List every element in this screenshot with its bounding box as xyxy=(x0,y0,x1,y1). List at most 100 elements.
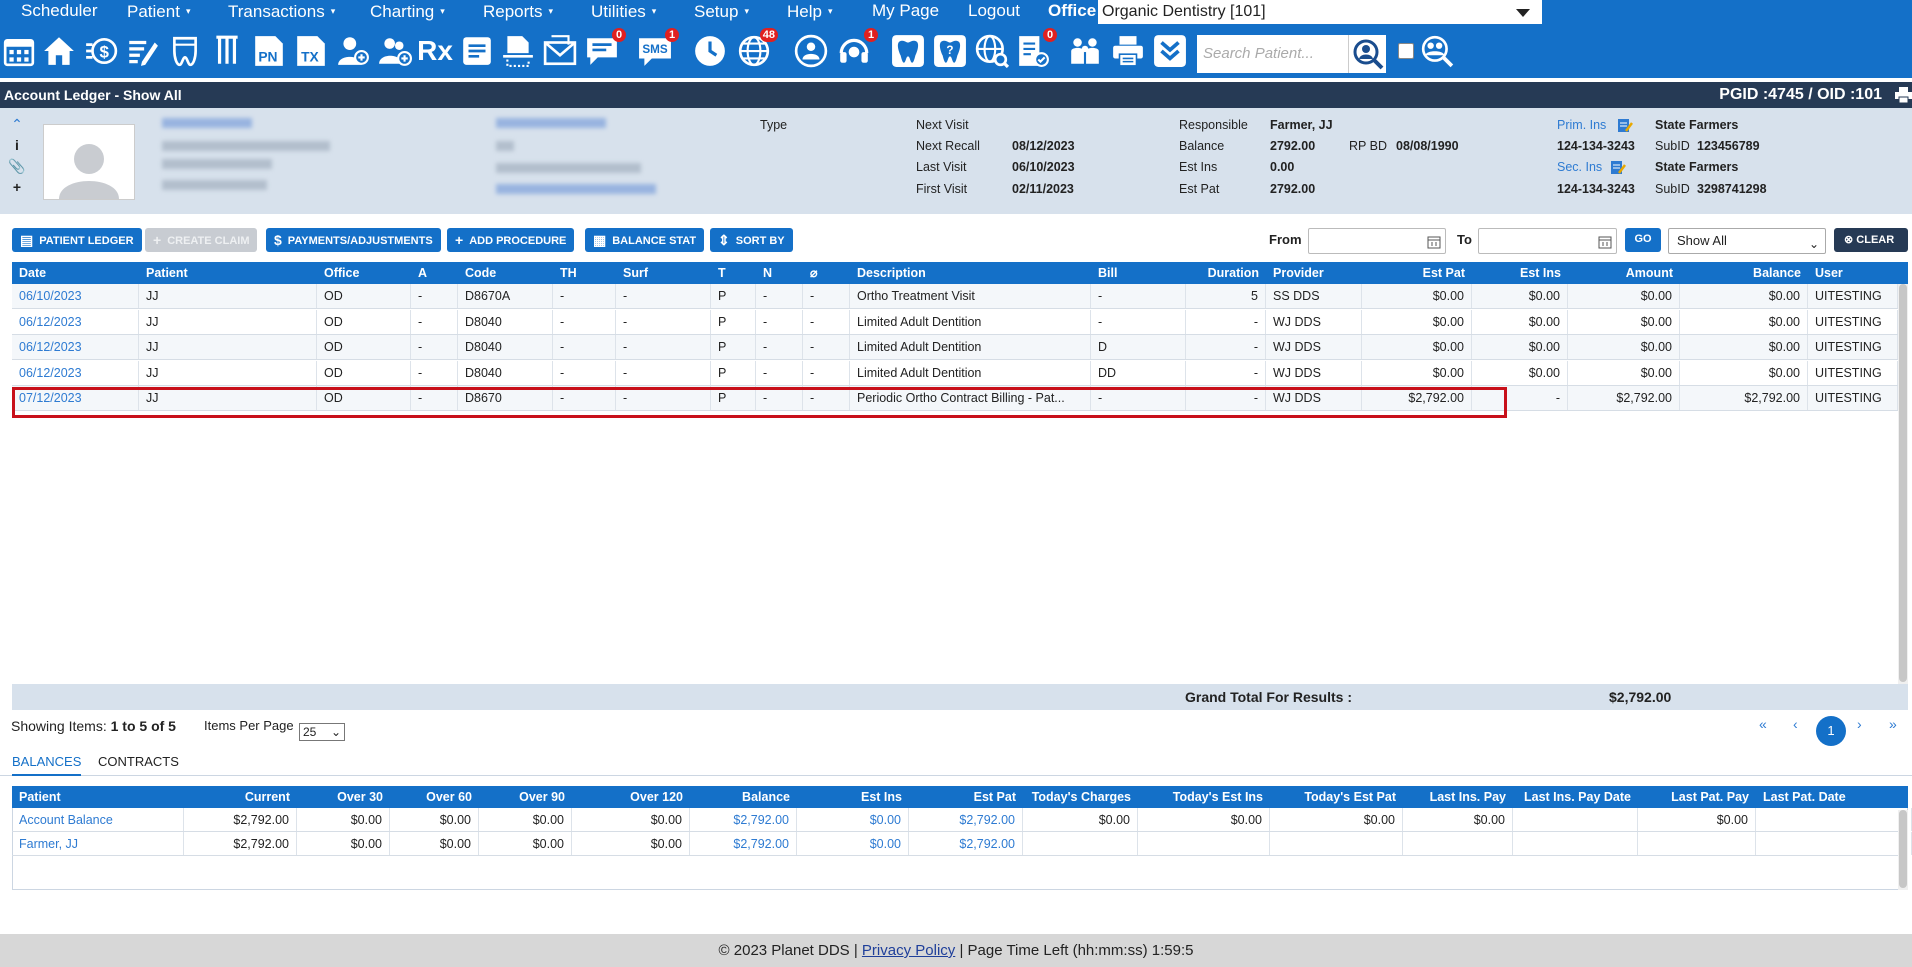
col-header-attach[interactable]: ⌀ xyxy=(803,262,850,284)
calendar-icon[interactable] xyxy=(1427,234,1441,253)
table-row[interactable]: 06/12/2023 JJ OD - D8040- - P - - Limited Adult D… xyxy=(12,335,1908,360)
cell-balance[interactable]: $2,792.00 xyxy=(690,832,797,855)
nav-my-page[interactable]: My Page xyxy=(872,0,939,22)
cell-est-pat[interactable]: $2,792.00 xyxy=(909,808,1023,831)
family-icon[interactable] xyxy=(1067,32,1103,70)
dollar-icon[interactable]: $ xyxy=(83,32,119,70)
ledger-scrollbar[interactable] xyxy=(1898,284,1908,684)
treatment-plan-icon[interactable]: TX xyxy=(293,32,329,70)
calendar-icon[interactable] xyxy=(1,32,37,70)
col-header-t[interactable]: T xyxy=(711,262,756,284)
clear-button[interactable]: ⊗ CLEAR xyxy=(1834,228,1908,252)
date-link[interactable]: 06/12/2023 xyxy=(12,360,139,385)
nav-logout[interactable]: Logout xyxy=(968,0,1020,22)
payments-adjustments-button[interactable]: $ PAYMENTS/ADJUSTMENTS xyxy=(266,228,441,252)
collapse-down-icon[interactable] xyxy=(1152,32,1188,70)
cell-est-pat[interactable]: $2,792.00 xyxy=(909,832,1023,855)
table-row[interactable]: 06/10/2023 JJ OD - D8670A - - P - - Ortho Treatmen… xyxy=(12,284,1908,309)
mail-icon[interactable] xyxy=(542,32,578,70)
attachment-icon[interactable]: 📎 xyxy=(8,158,26,179)
col-header-provider[interactable]: Provider xyxy=(1266,262,1362,284)
tab-contracts[interactable]: CONTRACTS xyxy=(98,754,179,769)
nav-scheduler[interactable]: Scheduler xyxy=(21,0,98,22)
notes-edit-icon[interactable] xyxy=(124,32,160,70)
add-family-icon[interactable] xyxy=(377,32,413,70)
document-icon[interactable] xyxy=(459,32,495,70)
filter-select[interactable]: Show All ⌄ xyxy=(1668,228,1826,254)
clock-icon[interactable] xyxy=(692,32,728,70)
toggle-checkbox[interactable] xyxy=(1398,43,1414,59)
nav-transactions[interactable]: Transactions ▾ xyxy=(228,0,335,23)
from-date-input[interactable] xyxy=(1308,228,1446,254)
page-first[interactable]: « xyxy=(1759,716,1767,732)
page-current[interactable]: 1 xyxy=(1816,716,1846,746)
page-prev[interactable]: ‹ xyxy=(1793,716,1798,732)
home-icon[interactable] xyxy=(41,32,77,70)
add-patient-icon[interactable] xyxy=(335,32,371,70)
office-select[interactable]: Organic Dentistry [101] xyxy=(1098,0,1542,24)
col-header-th[interactable]: TH xyxy=(553,262,616,284)
print-icon[interactable] xyxy=(1895,86,1912,104)
patient-ledger-button[interactable]: ▤ PATIENT LEDGER xyxy=(12,228,142,252)
nav-charting[interactable]: Charting ▾ xyxy=(370,0,445,23)
prescription-icon[interactable]: Rx xyxy=(417,32,453,70)
balance-stat-button[interactable]: ▦ BALANCE STAT xyxy=(585,228,705,252)
page-last[interactable]: » xyxy=(1889,716,1897,732)
search-patient-input[interactable]: Search Patient... xyxy=(1197,35,1348,73)
col-header-date[interactable]: Date xyxy=(12,262,139,284)
col-header-a[interactable]: A xyxy=(411,262,458,284)
col-header-amount[interactable]: Amount xyxy=(1568,262,1680,284)
col-header-n[interactable]: N xyxy=(756,262,803,284)
col-header-est-pat[interactable]: Est Pat xyxy=(1362,262,1472,284)
col-header-office[interactable]: Office xyxy=(317,262,411,284)
balance-patient-link[interactable]: Farmer, JJ xyxy=(12,832,184,855)
sms-icon[interactable]: SMS 1 xyxy=(637,28,679,70)
col-header-balance[interactable]: Balance xyxy=(1680,262,1808,284)
cell-est-ins[interactable]: $0.00 xyxy=(797,808,909,831)
tooth-icon[interactable] xyxy=(890,32,926,70)
col-header-bill[interactable]: Bill xyxy=(1091,262,1186,284)
printer-icon[interactable] xyxy=(1110,32,1146,70)
messages-icon[interactable]: 0 xyxy=(584,28,626,70)
balances-scrollbar[interactable] xyxy=(1898,810,1908,890)
scan-document-icon[interactable] xyxy=(500,32,536,70)
date-link[interactable]: 06/12/2023 xyxy=(12,335,139,359)
info-icon[interactable]: i xyxy=(8,137,26,158)
balances-scrollbar-thumb[interactable] xyxy=(1899,810,1907,888)
create-claim-button[interactable]: + CREATE CLAIM xyxy=(145,228,258,252)
balance-patient-link[interactable]: Account Balance xyxy=(12,808,184,831)
nav-utilities[interactable]: Utilities ▾ xyxy=(591,0,656,23)
col-header-surf[interactable]: Surf xyxy=(616,262,711,284)
progress-notes-icon[interactable]: PN xyxy=(251,32,287,70)
to-date-input[interactable] xyxy=(1478,228,1617,254)
search-patient-button[interactable] xyxy=(1348,35,1386,73)
support-icon[interactable]: 1 xyxy=(836,28,878,70)
col-header-est-ins[interactable]: Est Ins xyxy=(1472,262,1568,284)
prim-ins-link[interactable]: Prim. Ins xyxy=(1557,118,1606,132)
page-next[interactable]: › xyxy=(1857,716,1862,732)
add-icon[interactable]: + xyxy=(8,179,26,200)
date-link[interactable]: 06/10/2023 xyxy=(12,284,139,308)
checklist-icon[interactable]: 0 xyxy=(1015,28,1057,70)
items-per-page-select[interactable]: 25 ⌄ xyxy=(299,723,345,741)
edit-insurance-icon[interactable] xyxy=(1617,117,1633,136)
collapse-up-icon[interactable]: ⌃ xyxy=(8,116,26,137)
perio-icon[interactable] xyxy=(209,32,245,70)
cell-est-ins[interactable]: $0.00 xyxy=(797,832,909,855)
tab-balances[interactable]: BALANCES xyxy=(12,754,82,776)
tooth-chart-icon[interactable] xyxy=(167,32,203,70)
patient-portal-icon[interactable] xyxy=(793,32,829,70)
nav-setup[interactable]: Setup ▾ xyxy=(694,0,749,23)
col-header-duration[interactable]: Duration xyxy=(1186,262,1266,284)
col-header-description[interactable]: Description xyxy=(850,262,1091,284)
ledger-scrollbar-thumb[interactable] xyxy=(1899,284,1907,682)
table-row[interactable]: 06/12/2023 JJ OD - D8040- - P - - Limited Adult D… xyxy=(12,360,1908,386)
col-header-user[interactable]: User xyxy=(1808,262,1898,284)
nav-help[interactable]: Help ▾ xyxy=(787,0,833,23)
sec-ins-link[interactable]: Sec. Ins xyxy=(1557,160,1602,174)
add-procedure-button[interactable]: + ADD PROCEDURE xyxy=(447,228,575,252)
col-header-patient[interactable]: Patient xyxy=(139,262,317,284)
nav-reports[interactable]: Reports ▾ xyxy=(483,0,553,23)
cell-balance[interactable]: $2,792.00 xyxy=(690,808,797,831)
date-link[interactable]: 06/12/2023 xyxy=(12,309,139,334)
